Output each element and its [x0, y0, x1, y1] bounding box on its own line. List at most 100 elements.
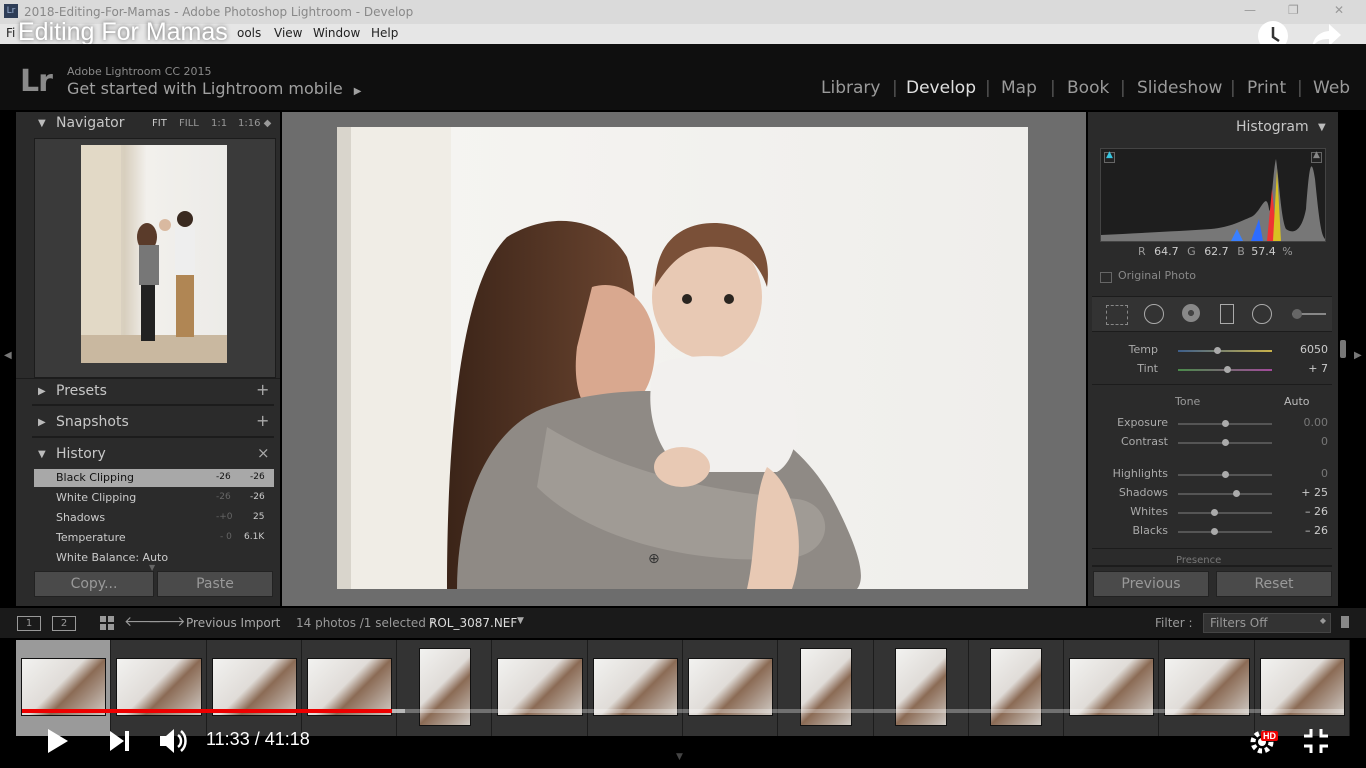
zoom-1-1[interactable]: 1:1	[211, 118, 227, 129]
presets-header[interactable]: ▶ Presets +	[16, 378, 280, 405]
snapshots-header[interactable]: ▶ Snapshots +	[16, 410, 280, 436]
video-progress-bar[interactable]	[22, 709, 1344, 713]
filmstrip-thumbnail[interactable]	[778, 640, 874, 736]
red-eye-icon[interactable]	[1182, 304, 1200, 322]
radial-filter-icon[interactable]	[1252, 304, 1272, 324]
filmstrip-thumbnail[interactable]	[301, 640, 398, 736]
menu-tools[interactable]: ools	[237, 26, 261, 40]
maximize-button[interactable]: ❐	[1288, 3, 1299, 17]
history-row[interactable]: White Clipping -26 -26	[34, 489, 274, 507]
history-row[interactable]: White Balance: Auto	[34, 549, 274, 561]
current-filename[interactable]: ROL_3087.NEF	[429, 616, 517, 630]
filter-lock-icon[interactable]	[1341, 616, 1349, 628]
video-title[interactable]: Editing For Mamas	[18, 18, 228, 47]
menu-view[interactable]: View	[274, 26, 302, 40]
module-slideshow[interactable]: Slideshow	[1137, 78, 1222, 98]
filmstrip-thumbnail[interactable]	[683, 640, 779, 736]
filmstrip-thumbnail[interactable]	[968, 640, 1065, 736]
histogram-graph[interactable]: ▲ ▲	[1100, 148, 1326, 242]
history-row-selected[interactable]: Black Clipping -26 -26	[34, 469, 274, 487]
filmstrip-thumbnail-selected[interactable]	[16, 640, 112, 736]
clear-history-icon[interactable]: ×	[257, 444, 270, 462]
copy-settings-button[interactable]: Copy...	[34, 571, 154, 597]
module-web[interactable]: Web	[1313, 78, 1350, 98]
navigator-thumbnail[interactable]	[81, 145, 227, 363]
history-row[interactable]: Temperature - 0 6.1K	[34, 529, 274, 547]
module-book[interactable]: Book	[1067, 78, 1109, 98]
grid-view-icon[interactable]	[100, 616, 114, 630]
mobile-promo-link[interactable]: Get started with Lightroom mobile ▶	[67, 79, 361, 98]
secondary-window-button[interactable]: 2	[52, 616, 76, 631]
highlights-slider[interactable]	[1178, 471, 1272, 478]
histogram-collapse-icon[interactable]: ▼	[1318, 122, 1326, 133]
presence-section-title[interactable]: Presence	[1176, 555, 1221, 564]
tone-auto-button[interactable]: Auto	[1284, 395, 1310, 408]
blacks-slider[interactable]	[1178, 528, 1272, 535]
filmstrip-thumbnail[interactable]	[397, 640, 493, 736]
collapse-bottom-arrow-icon[interactable]: ▼	[676, 752, 683, 762]
contrast-slider[interactable]	[1178, 439, 1272, 446]
menu-window[interactable]: Window	[313, 26, 360, 40]
add-preset-icon[interactable]: +	[256, 380, 269, 399]
main-photo[interactable]	[337, 127, 1028, 589]
graduated-filter-icon[interactable]	[1220, 304, 1234, 324]
add-snapshot-icon[interactable]: +	[256, 411, 269, 430]
shadows-value[interactable]: + 25	[1272, 486, 1328, 499]
filmstrip-thumbnail[interactable]	[1254, 640, 1350, 736]
filmstrip-thumbnail[interactable]	[1064, 640, 1160, 736]
exposure-slider[interactable]	[1178, 420, 1272, 427]
original-photo-checkbox[interactable]	[1100, 272, 1112, 283]
source-label[interactable]: Previous Import	[186, 616, 280, 630]
reset-button[interactable]: Reset	[1216, 571, 1332, 597]
zoom-1-16[interactable]: 1:16 ◆	[238, 118, 271, 129]
shadow-clipping-toggle[interactable]: ▲	[1104, 150, 1115, 163]
primary-window-button[interactable]: 1	[17, 616, 41, 631]
whites-value[interactable]: – 26	[1272, 505, 1328, 518]
exposure-value[interactable]: 0.00	[1272, 416, 1329, 429]
minimize-button[interactable]: —	[1244, 3, 1256, 17]
highlight-clipping-toggle[interactable]: ▲	[1311, 150, 1322, 163]
next-video-button[interactable]	[108, 729, 132, 757]
temp-value[interactable]: 6050	[1272, 343, 1328, 356]
module-map[interactable]: Map	[1001, 78, 1037, 98]
play-button[interactable]	[46, 727, 70, 759]
navigator-title[interactable]: Navigator	[56, 115, 125, 131]
spot-removal-icon[interactable]	[1144, 304, 1164, 324]
paste-settings-button[interactable]: Paste	[157, 571, 273, 597]
menu-file[interactable]: Fi	[6, 26, 15, 40]
close-button[interactable]: ✕	[1334, 3, 1344, 17]
filmstrip-thumbnail[interactable]	[587, 640, 683, 736]
navigator-collapse-icon[interactable]: ▼	[38, 118, 46, 129]
filmstrip-thumbnail[interactable]	[111, 640, 207, 736]
previous-button[interactable]: Previous	[1093, 571, 1209, 597]
module-library[interactable]: Library	[821, 78, 880, 98]
right-scrollbar[interactable]	[1340, 340, 1346, 358]
exit-fullscreen-icon[interactable]	[1302, 727, 1330, 759]
filename-dropdown-icon[interactable]: ▼	[517, 616, 524, 626]
module-develop[interactable]: Develop	[906, 78, 976, 98]
whites-slider[interactable]	[1178, 509, 1272, 516]
adjustment-brush-icon[interactable]	[1292, 309, 1326, 319]
zoom-fit[interactable]: FIT	[152, 118, 167, 129]
filmstrip-thumbnail[interactable]	[206, 640, 302, 736]
right-panel-toggle-icon[interactable]: ▶	[1354, 350, 1362, 361]
contrast-value[interactable]: 0	[1272, 435, 1328, 448]
highlights-value[interactable]: 0	[1272, 467, 1328, 480]
left-panel-toggle-icon[interactable]: ◀	[4, 350, 12, 361]
histogram-title[interactable]: Histogram	[1236, 119, 1309, 135]
history-row[interactable]: Shadows -+0 25	[34, 509, 274, 527]
forward-arrow-icon[interactable]: 🡒	[148, 613, 186, 630]
volume-icon[interactable]	[158, 726, 188, 760]
filmstrip-thumbnail[interactable]	[492, 640, 588, 736]
filmstrip-thumbnail[interactable]	[1159, 640, 1255, 736]
module-print[interactable]: Print	[1247, 78, 1286, 98]
filter-select[interactable]: Filters Off ◆	[1203, 613, 1331, 633]
filmstrip-thumbnail[interactable]	[873, 640, 969, 736]
history-header[interactable]: ▼ History ×	[16, 442, 280, 468]
temp-slider[interactable]	[1178, 347, 1272, 354]
menu-help[interactable]: Help	[371, 26, 398, 40]
zoom-fill[interactable]: FILL	[179, 118, 199, 129]
blacks-value[interactable]: – 26	[1272, 524, 1328, 537]
tint-slider[interactable]	[1178, 366, 1272, 373]
tint-value[interactable]: + 7	[1272, 362, 1328, 375]
